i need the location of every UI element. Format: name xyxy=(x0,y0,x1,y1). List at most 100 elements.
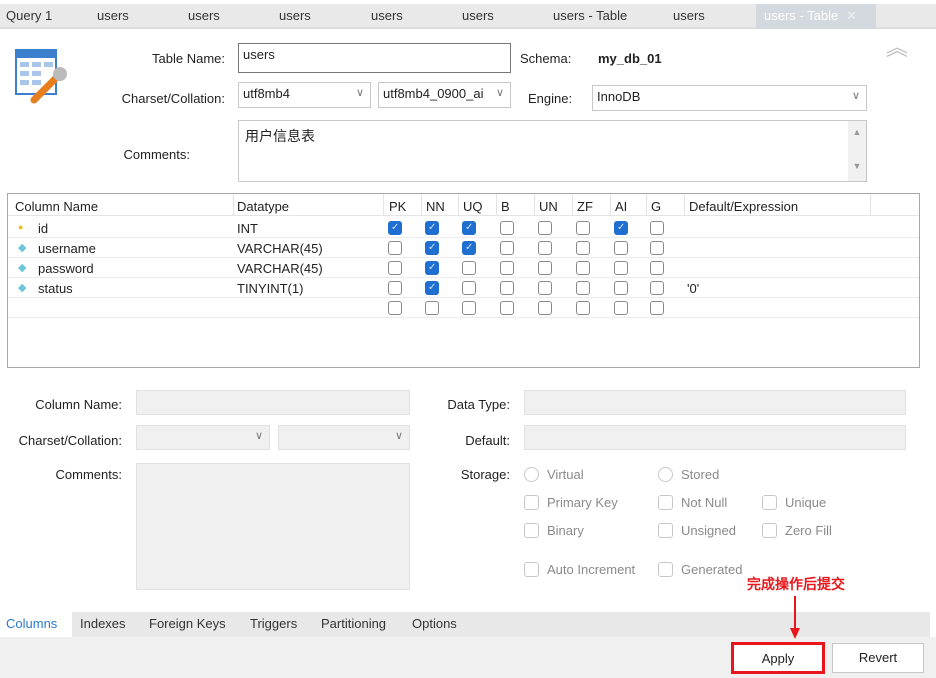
column-charset-select[interactable] xyxy=(136,425,270,450)
flag-checkbox-zf[interactable] xyxy=(576,261,590,275)
flag-checkbox-b[interactable] xyxy=(500,221,514,235)
tab-indexes[interactable]: Indexes xyxy=(80,616,126,631)
flag-checkbox-un[interactable] xyxy=(538,281,552,295)
flag-checkbox-b[interactable] xyxy=(500,281,514,295)
column-header[interactable]: AI xyxy=(615,199,627,214)
stored-radio[interactable]: Stored xyxy=(658,467,719,482)
tab-query-1[interactable]: Query 1 xyxy=(6,8,52,23)
column-separator[interactable] xyxy=(646,194,647,216)
flag-checkbox-un[interactable] xyxy=(538,261,552,275)
apply-button[interactable]: Apply xyxy=(731,642,825,674)
flag-checkbox-zf[interactable] xyxy=(576,221,590,235)
column-separator[interactable] xyxy=(496,194,497,216)
tab-options[interactable]: Options xyxy=(412,616,457,631)
tab-users[interactable]: users xyxy=(279,8,311,23)
flag-checkbox-g[interactable] xyxy=(650,261,664,275)
tab-users[interactable]: users xyxy=(188,8,220,23)
flag-checkbox-pk[interactable] xyxy=(388,281,402,295)
flag-checkbox-uq[interactable] xyxy=(462,261,476,275)
scrollbar[interactable]: ▲ ▼ xyxy=(848,121,866,181)
flag-checkbox-ai[interactable] xyxy=(614,301,628,315)
flag-checkbox-zf[interactable] xyxy=(576,301,590,315)
engine-select[interactable]: InnoDB xyxy=(592,85,867,111)
tab-columns[interactable]: Columns xyxy=(0,612,72,637)
column-name-cell[interactable]: password xyxy=(38,261,94,276)
generated-checkbox[interactable]: Generated xyxy=(658,562,742,577)
flag-checkbox-nn[interactable] xyxy=(425,261,439,275)
tab-users[interactable]: users xyxy=(462,8,494,23)
column-collation-select[interactable] xyxy=(278,425,410,450)
revert-button[interactable]: Revert xyxy=(832,643,924,673)
auto-increment-checkbox[interactable]: Auto Increment xyxy=(524,562,635,577)
column-separator[interactable] xyxy=(233,194,234,216)
charset-select[interactable]: utf8mb4 xyxy=(238,82,371,108)
column-name-cell[interactable]: username xyxy=(38,241,96,256)
flag-checkbox-pk[interactable] xyxy=(388,221,402,235)
column-header[interactable]: UQ xyxy=(463,199,483,214)
flag-checkbox-un[interactable] xyxy=(538,301,552,315)
column-separator[interactable] xyxy=(572,194,573,216)
column-header[interactable]: NN xyxy=(426,199,445,214)
column-separator[interactable] xyxy=(383,194,384,216)
flag-checkbox-uq[interactable] xyxy=(462,221,476,235)
column-header[interactable]: Column Name xyxy=(15,199,98,214)
table-row[interactable]: ◆ status TINYINT(1) '0' xyxy=(8,278,919,298)
column-name-cell[interactable]: status xyxy=(38,281,73,296)
flag-checkbox-g[interactable] xyxy=(650,281,664,295)
collation-select[interactable]: utf8mb4_0900_ai xyxy=(378,82,511,108)
flag-checkbox-g[interactable] xyxy=(650,301,664,315)
close-icon[interactable]: ✕ xyxy=(846,8,857,23)
tab-users-table[interactable]: users - Table xyxy=(553,8,627,23)
tab-foreign-keys[interactable]: Foreign Keys xyxy=(149,616,226,631)
tab-users[interactable]: users xyxy=(371,8,403,23)
tab-users[interactable]: users xyxy=(673,8,705,23)
flag-checkbox-pk[interactable] xyxy=(388,241,402,255)
datatype-cell[interactable]: TINYINT(1) xyxy=(237,281,303,296)
table-row[interactable]: ◆ username VARCHAR(45) xyxy=(8,238,919,258)
column-separator[interactable] xyxy=(534,194,535,216)
flag-checkbox-nn[interactable] xyxy=(425,301,439,315)
column-separator[interactable] xyxy=(458,194,459,216)
column-comments-textarea[interactable] xyxy=(136,463,410,590)
datatype-cell[interactable]: VARCHAR(45) xyxy=(237,241,323,256)
table-row[interactable]: ● id INT xyxy=(8,218,919,238)
table-row[interactable]: ◆ password VARCHAR(45) xyxy=(8,258,919,278)
default-input[interactable] xyxy=(524,425,906,450)
datatype-cell[interactable]: VARCHAR(45) xyxy=(237,261,323,276)
zero-fill-checkbox[interactable]: Zero Fill xyxy=(762,523,832,538)
column-header[interactable]: Datatype xyxy=(237,199,289,214)
comments-textarea[interactable]: 用户信息表 ▲ ▼ xyxy=(238,120,867,182)
flag-checkbox-zf[interactable] xyxy=(576,281,590,295)
column-header[interactable]: Default/Expression xyxy=(689,199,798,214)
unsigned-checkbox[interactable]: Unsigned xyxy=(658,523,736,538)
table-row[interactable] xyxy=(8,298,919,318)
column-separator[interactable] xyxy=(684,194,685,216)
tab-triggers[interactable]: Triggers xyxy=(250,616,297,631)
flag-checkbox-g[interactable] xyxy=(650,241,664,255)
flag-checkbox-b[interactable] xyxy=(500,301,514,315)
flag-checkbox-nn[interactable] xyxy=(425,221,439,235)
default-cell[interactable]: '0' xyxy=(687,281,699,296)
flag-checkbox-ai[interactable] xyxy=(614,221,628,235)
column-separator[interactable] xyxy=(421,194,422,216)
flag-checkbox-un[interactable] xyxy=(538,221,552,235)
column-header[interactable]: ZF xyxy=(577,199,593,214)
primary-key-checkbox[interactable]: Primary Key xyxy=(524,495,618,510)
flag-checkbox-uq[interactable] xyxy=(462,241,476,255)
tab-users-table-active[interactable]: users - Table ✕ xyxy=(756,4,876,29)
tab-users[interactable]: users xyxy=(97,8,129,23)
data-type-input[interactable] xyxy=(524,390,906,415)
flag-checkbox-ai[interactable] xyxy=(614,281,628,295)
virtual-radio[interactable]: Virtual xyxy=(524,467,584,482)
column-header[interactable]: UN xyxy=(539,199,558,214)
flag-checkbox-ai[interactable] xyxy=(614,261,628,275)
flag-checkbox-un[interactable] xyxy=(538,241,552,255)
unique-checkbox[interactable]: Unique xyxy=(762,495,826,510)
flag-checkbox-g[interactable] xyxy=(650,221,664,235)
not-null-checkbox[interactable]: Not Null xyxy=(658,495,727,510)
flag-checkbox-pk[interactable] xyxy=(388,261,402,275)
collapse-chevrons-icon[interactable]: ︽ xyxy=(886,37,908,59)
column-separator[interactable] xyxy=(870,194,871,216)
flag-checkbox-ai[interactable] xyxy=(614,241,628,255)
column-separator[interactable] xyxy=(610,194,611,216)
